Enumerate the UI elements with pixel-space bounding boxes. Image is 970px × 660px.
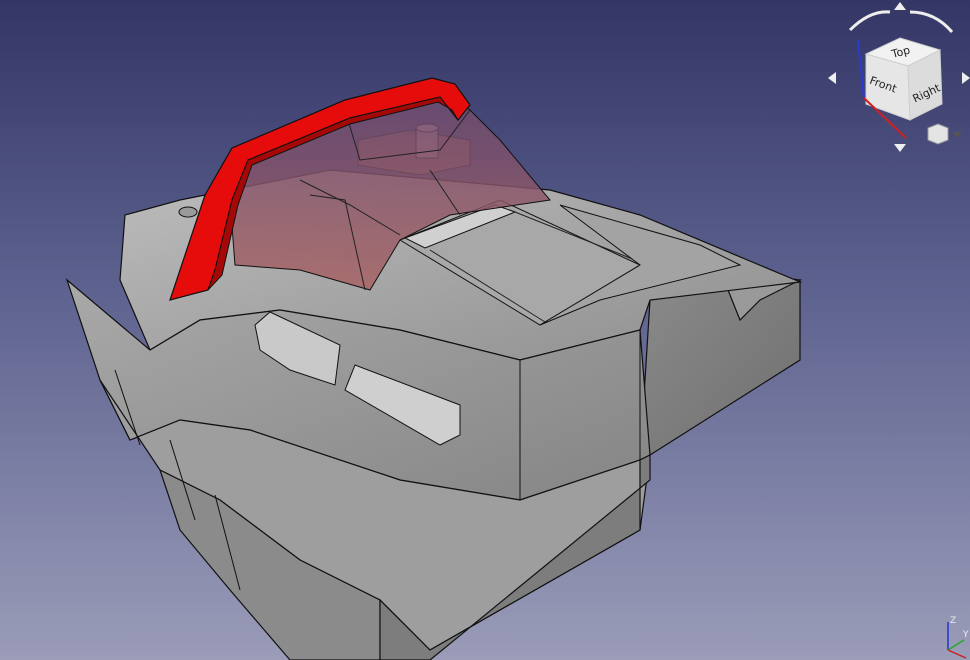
navigation-cube[interactable]: Top Front Right <box>820 0 970 160</box>
deck-fitting[interactable] <box>178 206 198 218</box>
view-menu-cube-icon[interactable] <box>927 123 949 145</box>
pan-down-arrow-icon[interactable] <box>894 144 906 152</box>
triad-z-label: Z <box>950 616 956 626</box>
view-menu-dropdown-icon[interactable] <box>952 132 962 138</box>
cube-axis-z <box>857 39 865 99</box>
triad-x-axis <box>947 649 967 659</box>
rotate-right-arrow-icon[interactable] <box>909 10 954 33</box>
pan-left-arrow-icon[interactable] <box>828 72 836 84</box>
pan-up-arrow-icon[interactable] <box>894 2 906 10</box>
3d-viewport[interactable]: Top Front Right Z Y <box>0 0 970 660</box>
pan-right-arrow-icon[interactable] <box>962 72 970 84</box>
triad-y-axis <box>947 639 965 651</box>
rotate-left-arrow-icon[interactable] <box>848 10 891 32</box>
triad-y-label: Y <box>962 630 969 640</box>
hull-right-side[interactable] <box>639 279 801 462</box>
axis-triad: Z Y <box>947 616 969 659</box>
